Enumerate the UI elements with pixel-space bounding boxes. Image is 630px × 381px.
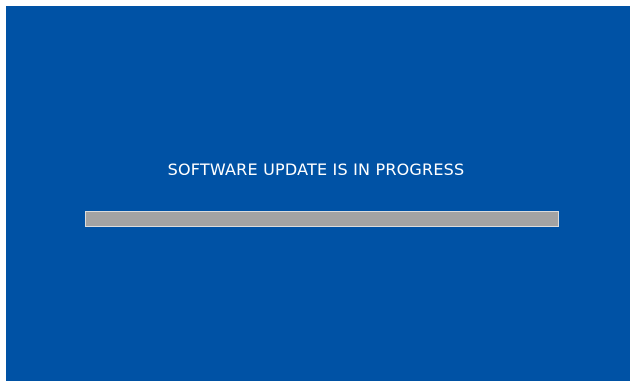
update-screen (6, 6, 630, 381)
update-status-message: SOFTWARE UPDATE IS IN PROGRESS (167, 160, 465, 179)
update-progress-bar (85, 211, 559, 227)
update-progress-fill (86, 212, 558, 226)
